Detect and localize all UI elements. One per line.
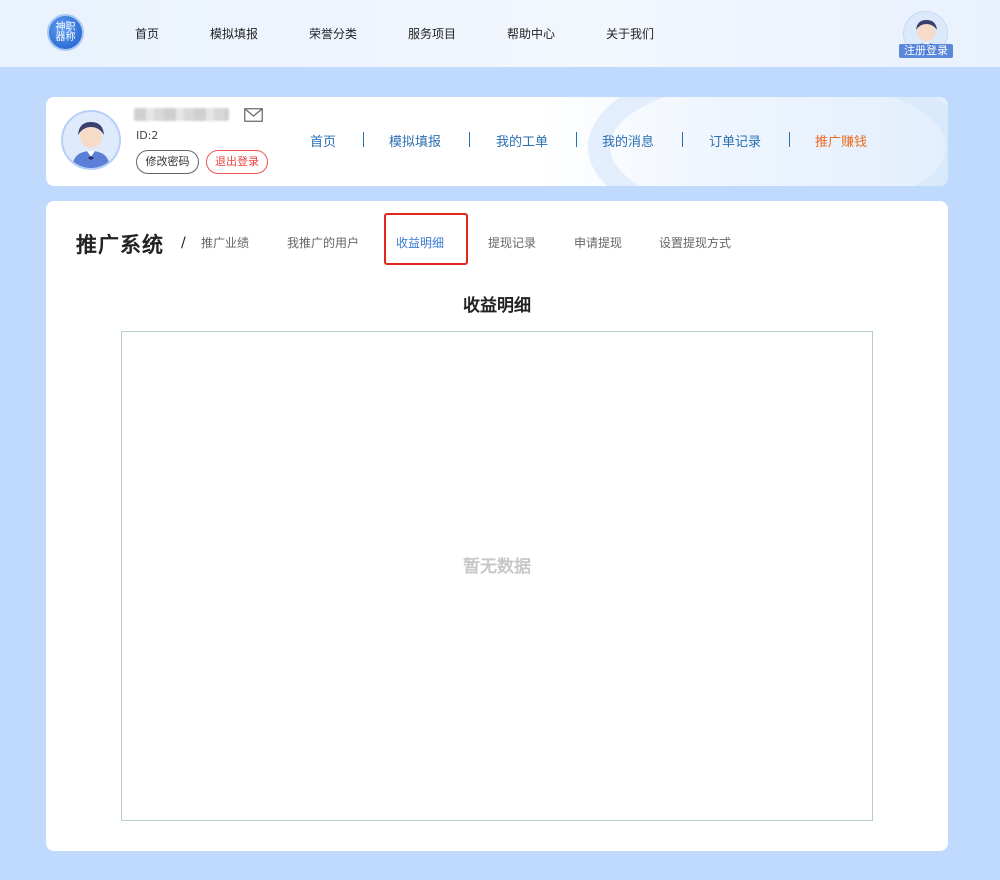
tab-promotion-performance[interactable]: 推广业绩 [201, 234, 249, 251]
change-password-button[interactable]: 修改密码 [136, 150, 199, 174]
tab-apply-withdrawal[interactable]: 申请提现 [574, 234, 622, 251]
tab-withdrawal-records[interactable]: 提现记录 [488, 234, 536, 251]
tab-my-referred-users[interactable]: 我推广的用户 [287, 234, 359, 251]
page-title: 推广系统 [76, 233, 164, 257]
subnav-simulated-filling[interactable]: 模拟填报 [389, 131, 441, 150]
subnav-divider [363, 132, 364, 147]
logo-badge-icon[interactable]: 神职器称 [47, 14, 84, 51]
top-nav-simulated-filling[interactable]: 模拟填报 [210, 25, 258, 42]
subnav-divider [576, 132, 577, 147]
top-nav-help-center[interactable]: 帮助中心 [507, 25, 555, 42]
subnav-home[interactable]: 首页 [310, 131, 336, 150]
subnav-my-tickets[interactable]: 我的工单 [496, 131, 548, 150]
subnav-divider [789, 132, 790, 147]
top-navigation-bar: 神职器称 首页 模拟填报 荣誉分类 服务项目 帮助中心 关于我们 注册登录 [0, 0, 1000, 67]
top-nav-home[interactable]: 首页 [135, 25, 159, 42]
logout-button[interactable]: 退出登录 [206, 150, 268, 174]
top-nav-honor-categories[interactable]: 荣誉分类 [309, 25, 357, 42]
logo-text: 神职器称 [55, 21, 76, 43]
user-id: ID:2 [136, 129, 159, 142]
subnav-my-messages[interactable]: 我的消息 [602, 131, 654, 150]
register-login-button[interactable]: 注册登录 [899, 44, 953, 58]
top-nav-services[interactable]: 服务项目 [408, 25, 456, 42]
profile-avatar-icon [61, 110, 121, 170]
earnings-data-area: 暂无数据 [121, 331, 873, 821]
breadcrumb-separator: / [181, 235, 186, 251]
subnav-divider [682, 132, 683, 147]
subnav-promote-earn[interactable]: 推广赚钱 [815, 131, 867, 150]
mail-icon[interactable] [244, 108, 263, 122]
main-panel: 推广系统 / 推广业绩 我推广的用户 收益明细 提现记录 申请提现 设置提现方式… [46, 201, 948, 851]
subnav-divider [469, 132, 470, 147]
tab-earnings-details[interactable]: 收益明细 [396, 234, 444, 251]
tab-withdrawal-method[interactable]: 设置提现方式 [659, 234, 731, 251]
empty-state-text: 暂无数据 [463, 557, 531, 577]
username-redacted [134, 108, 229, 121]
top-nav-about-us[interactable]: 关于我们 [606, 25, 654, 42]
subnav-order-records[interactable]: 订单记录 [709, 131, 761, 150]
earnings-details-heading: 收益明细 [463, 296, 531, 316]
profile-card: ID:2 修改密码 退出登录 首页 模拟填报 我的工单 我的消息 订单记录 推广… [46, 97, 948, 186]
